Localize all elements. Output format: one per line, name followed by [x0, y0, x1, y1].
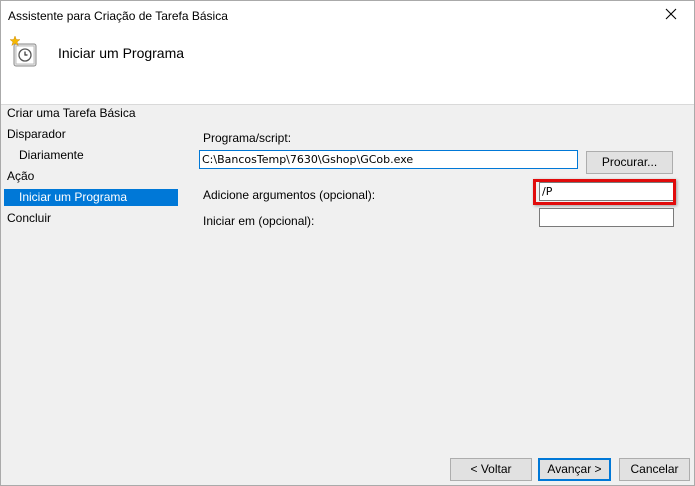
- nav-item-create-task[interactable]: Criar uma Tarefa Básica: [7, 105, 136, 122]
- window-title: Assistente para Criação de Tarefa Básica: [8, 9, 228, 23]
- start-in-label: Iniciar em (opcional):: [203, 214, 315, 228]
- nav-item-daily[interactable]: Diariamente: [19, 147, 84, 164]
- nav-item-label: Iniciar um Programa: [19, 190, 128, 204]
- nav-item-label: Ação: [7, 169, 35, 183]
- nav-item-trigger[interactable]: Disparador: [7, 126, 66, 143]
- nav-item-label: Diariamente: [19, 148, 84, 162]
- nav-item-action[interactable]: Ação: [7, 168, 34, 185]
- start-in-input[interactable]: [539, 208, 674, 227]
- cancel-button[interactable]: Cancelar: [619, 458, 690, 481]
- back-button[interactable]: < Voltar: [450, 458, 532, 481]
- close-icon[interactable]: [663, 6, 679, 22]
- nav-item-finish[interactable]: Concluir: [7, 210, 51, 227]
- nav-item-label: Criar uma Tarefa Básica: [7, 106, 136, 120]
- program-label: Programa/script:: [203, 131, 292, 145]
- next-button[interactable]: Avançar >: [538, 458, 611, 481]
- nav-item-start-program[interactable]: Iniciar um Programa: [4, 189, 178, 206]
- title-bar: Assistente para Criação de Tarefa Básica: [1, 1, 694, 31]
- nav-item-label: Concluir: [7, 211, 52, 225]
- program-path-input[interactable]: [199, 150, 578, 169]
- wizard-header: Iniciar um Programa: [1, 31, 694, 105]
- wizard-window: Assistente para Criação de Tarefa Básica…: [0, 0, 695, 486]
- arguments-label: Adicione argumentos (opcional):: [203, 188, 376, 202]
- arguments-highlight-box: [533, 179, 676, 205]
- nav-item-label: Disparador: [7, 127, 66, 141]
- page-title: Iniciar um Programa: [58, 45, 185, 61]
- browse-button[interactable]: Procurar...: [586, 151, 673, 174]
- task-clock-icon: [9, 36, 37, 67]
